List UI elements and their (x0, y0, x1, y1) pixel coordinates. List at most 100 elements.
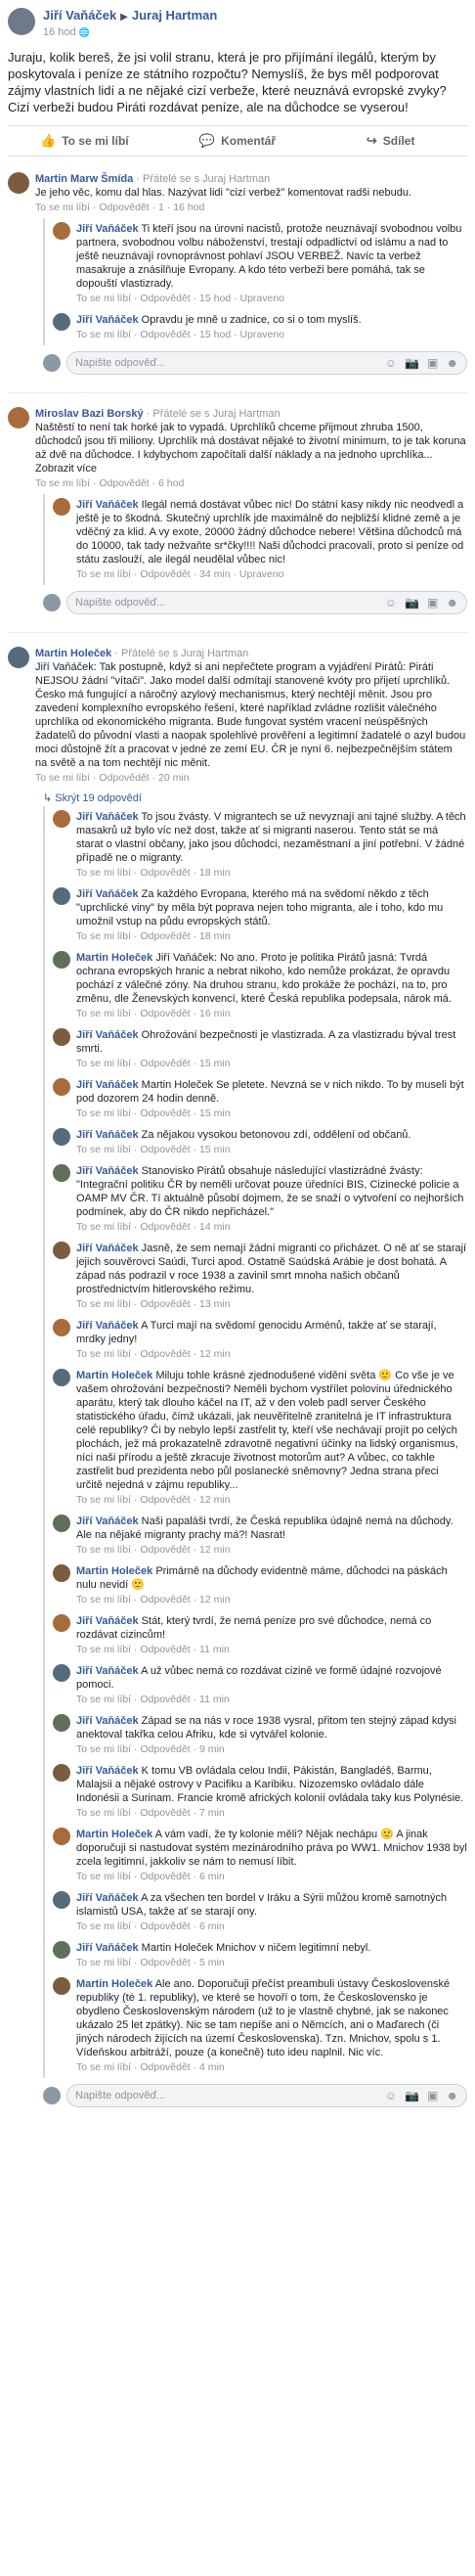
commenter-avatar[interactable] (53, 951, 70, 969)
commenter-avatar[interactable] (53, 1977, 70, 1995)
emoji-icon[interactable]: ☺ (385, 356, 397, 370)
reply-input-row: Napište odpověď... ☺ 📷 ▣ ☻ (43, 351, 467, 375)
commenter-avatar[interactable] (53, 1164, 70, 1182)
sticker-icon[interactable]: ☻ (446, 2089, 458, 2102)
commenter-avatar[interactable] (53, 498, 70, 516)
commenter-avatar[interactable] (53, 810, 70, 828)
comment-body: Miroslav Bazi Borský · Přátelé se s Jura… (35, 407, 467, 490)
commenter-name[interactable]: Jiří Vaňáček (76, 1165, 139, 1177)
reply-comment: Jiří Vaňáček Za každého Evropana, kteréh… (53, 883, 467, 947)
comment-body: Jiří Vaňáček Ilegál nemá dostávat vůbec … (76, 498, 467, 581)
comment-body: Jiří Vaňáček Martin Holeček Mnichov v ni… (76, 1941, 467, 1969)
commenter-avatar[interactable] (53, 1369, 70, 1386)
camera-icon[interactable]: 📷 (405, 2089, 419, 2102)
commenter-avatar[interactable] (53, 222, 70, 240)
reply-comment: Martin Holeček Primárně na důchody evide… (53, 1560, 467, 1610)
commenter-name[interactable]: Jiří Vaňáček (76, 1129, 139, 1141)
commenter-avatar[interactable] (53, 1714, 70, 1732)
comment-text: Jiří Vaňáček Martin Holeček Mnichov v ni… (76, 1941, 467, 1955)
comment-body: Jiří Vaňáček A už vůbec nemá co rozdávat… (76, 1664, 467, 1706)
commenter-avatar[interactable] (53, 1319, 70, 1336)
commenter-name[interactable]: Martin Holeček (76, 952, 152, 964)
comment-actions: To se mi líbí · Odpovědět · 15 hod · Upr… (76, 329, 285, 340)
sticker-icon[interactable]: ☻ (446, 596, 458, 610)
commenter-avatar[interactable] (53, 313, 70, 331)
commenter-name[interactable]: Jiří Vaňáček (76, 888, 139, 900)
commenter-name[interactable]: Jiří Vaňáček (76, 1515, 139, 1527)
comment-text: Jiří Vaňáček Západ se na nás v roce 1938… (76, 1714, 467, 1741)
commenter-name[interactable]: Jiří Vaňáček (76, 314, 139, 326)
reply-input-icons: ☺ 📷 ▣ ☻ (385, 596, 458, 610)
commenter-avatar[interactable] (53, 1128, 70, 1146)
commenter-name[interactable]: Jiří Vaňáček (76, 1892, 139, 1904)
camera-icon[interactable]: 📷 (405, 596, 419, 610)
camera-icon[interactable]: 📷 (405, 356, 419, 370)
share-button[interactable]: ↪ Sdílet (314, 126, 467, 156)
commenter-avatar[interactable] (8, 172, 29, 194)
reply-comment: Jiří Vaňáček K tomu VB ovládala celou In… (53, 1760, 467, 1824)
commenter-name[interactable]: Martin Holeček (35, 648, 111, 659)
commenter-name[interactable]: Jiří Vaňáček (76, 1079, 139, 1091)
like-button[interactable]: 👍 To se mi líbí (8, 126, 161, 156)
gif-icon[interactable]: ▣ (427, 2089, 438, 2102)
commenter-avatar[interactable] (53, 1828, 70, 1845)
commenter-avatar[interactable] (53, 1514, 70, 1532)
commenter-name[interactable]: Jiří Vaňáček (76, 1320, 139, 1332)
emoji-icon[interactable]: ☺ (385, 2089, 397, 2102)
commenter-name[interactable]: Jiří Vaňáček (76, 1715, 139, 1727)
thread-divider (8, 392, 467, 393)
post-header: Jiří Vaňáček ▶ Juraj Hartman 16 hod 🌐 (8, 0, 467, 45)
commenter-avatar[interactable] (53, 1614, 70, 1632)
post-author-link[interactable]: Jiří Vaňáček (43, 8, 116, 23)
friends-indicator: · Přátelé se s Juraj Hartman (111, 648, 249, 659)
gif-icon[interactable]: ▣ (427, 596, 438, 610)
current-user-avatar (43, 594, 61, 611)
commenter-avatar[interactable] (53, 1242, 70, 1259)
post-timestamp[interactable]: 16 hod 🌐 (43, 25, 217, 39)
reply-input[interactable]: Napište odpověď... ☺ 📷 ▣ ☻ (66, 351, 467, 375)
commenter-name[interactable]: Jiří Vaňáček (76, 1615, 139, 1627)
commenter-name[interactable]: Jiří Vaňáček (76, 1942, 139, 1954)
commenter-name[interactable]: Jiří Vaňáček (76, 499, 139, 511)
comment-body: Jiří Vaňáček To jsou žvásty. V migrantec… (76, 810, 467, 880)
commenter-avatar[interactable] (53, 1664, 70, 1682)
comment-actions: To se mi líbí · Odpovědět · 12 min (76, 1544, 231, 1556)
comment-button[interactable]: 💬 Komentář (161, 126, 315, 156)
current-user-avatar (43, 354, 61, 372)
comment-actions: To se mi líbí · Odpovědět · 7 min (76, 1807, 225, 1819)
emoji-icon[interactable]: ☺ (385, 596, 397, 610)
commenter-name[interactable]: Martin Marw Šmída (35, 173, 133, 185)
thread-divider (8, 632, 467, 633)
comment-text: Jiří Vaňáček K tomu VB ovládala celou In… (76, 1764, 467, 1805)
commenter-name[interactable]: Miroslav Bazi Borský (35, 408, 144, 420)
post-target-link[interactable]: Juraj Hartman (132, 8, 217, 23)
reply-input[interactable]: Napište odpověď... ☺ 📷 ▣ ☻ (66, 591, 467, 614)
commenter-avatar[interactable] (8, 647, 29, 668)
commenter-avatar[interactable] (53, 1764, 70, 1782)
commenter-name[interactable]: Martin Holeček (76, 1829, 152, 1840)
comment: Martin Holeček · Přátelé se s Juraj Hart… (8, 643, 467, 789)
commenter-avatar[interactable] (53, 1564, 70, 1582)
commenter-avatar[interactable] (53, 1078, 70, 1096)
reply-input[interactable]: Napište odpověď... ☺ 📷 ▣ ☻ (66, 2084, 467, 2107)
gif-icon[interactable]: ▣ (427, 356, 438, 370)
hide-replies-link[interactable]: ↳ Skrýt 19 odpovědí (43, 791, 467, 804)
commenter-name[interactable]: Martin Holeček (76, 1565, 152, 1577)
commenter-avatar[interactable] (53, 1891, 70, 1909)
sticker-icon[interactable]: ☻ (446, 356, 458, 370)
author-avatar[interactable] (8, 8, 35, 35)
commenter-avatar[interactable] (53, 1028, 70, 1046)
commenter-name[interactable]: Jiří Vaňáček (76, 223, 139, 235)
commenter-avatar[interactable] (53, 887, 70, 905)
commenter-name[interactable]: Jiří Vaňáček (76, 1765, 139, 1777)
commenter-name[interactable]: Jiří Vaňáček (76, 1665, 139, 1677)
comment-header: Miroslav Bazi Borský · Přátelé se s Jura… (35, 407, 467, 421)
commenter-name[interactable]: Jiří Vaňáček (76, 1243, 139, 1254)
commenter-avatar[interactable] (53, 1941, 70, 1959)
comment-actions: To se mi líbí · Odpovědět · 6 min (76, 1921, 225, 1932)
commenter-name[interactable]: Martin Holeček (76, 1978, 152, 1990)
commenter-name[interactable]: Jiří Vaňáček (76, 1029, 139, 1041)
commenter-avatar[interactable] (8, 407, 29, 429)
commenter-name[interactable]: Jiří Vaňáček (76, 811, 139, 823)
commenter-name[interactable]: Martin Holeček (76, 1370, 152, 1381)
